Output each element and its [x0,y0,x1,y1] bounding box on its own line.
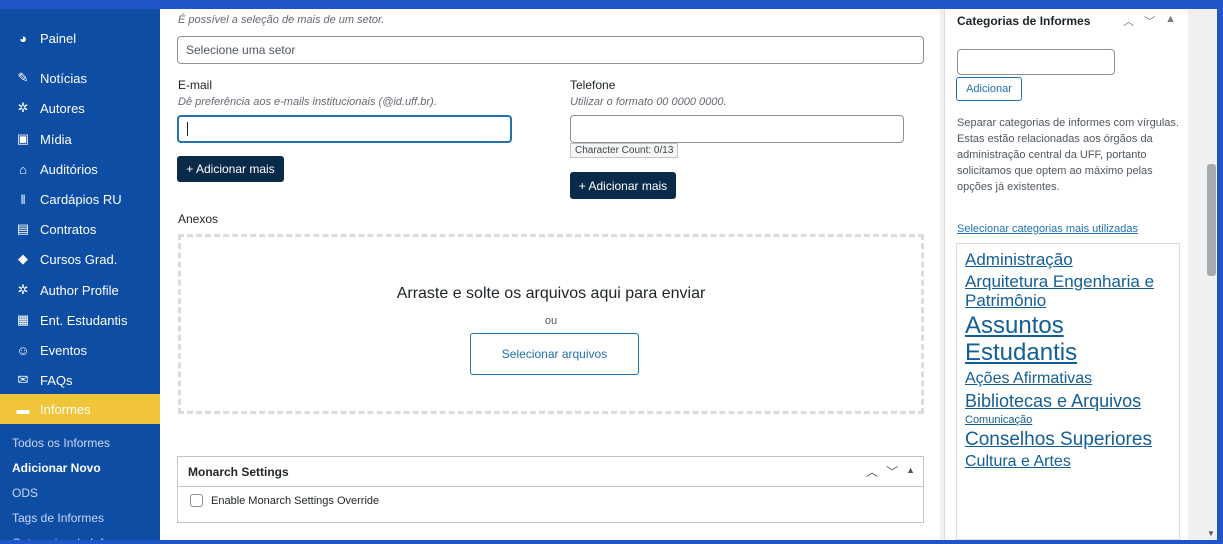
text-cursor [187,122,188,136]
food-icon: ǁ [20,191,26,207]
page-scrollbar[interactable]: ▼ [1205,9,1217,540]
monarch-override-label: Enable Monarch Settings Override [211,494,380,507]
tag-link[interactable]: Bibliotecas e Arquivos [965,391,1179,411]
sidebar-item-faqs[interactable]: ✉ FAQs [0,365,160,395]
monarch-settings-box: Monarch Settings ︿ ﹀ ▲ Enable Monarch Se… [177,456,924,523]
id-icon: ▦ [16,312,30,327]
category-tag-cloud: Administração Arquitetura Engenharia e P… [956,243,1180,540]
admin-sidebar: ◕ Painel ✎ Notícias ✲ Autores ▣ Mídia ⌂ Audit… [0,9,160,544]
sector-hint: É possível a seleção de mais de um setor… [178,14,385,26]
tag-link[interactable]: Comunicação [965,414,1179,426]
sidebar-item-painel[interactable]: ◕ Painel [0,23,160,53]
email-add-more-button[interactable]: + Adicionar mais [177,156,284,182]
building-icon: ⌂ [19,161,27,177]
submenu-ods[interactable]: ODS [0,486,38,500]
monarch-override-checkbox[interactable] [190,494,203,507]
drop-instructions: Arraste e solte os arquivos aqui para en… [396,285,706,302]
graduation-cap-icon: ◆ [18,251,28,266]
chevron-down-icon[interactable]: ﹀ [1144,13,1155,29]
tag-link[interactable]: Cultura e Artes [965,453,1179,471]
phone-field[interactable] [570,115,904,143]
most-used-categories-link[interactable]: Selecionar categorias mais utilizadas [957,223,1138,235]
categories-panel: Categorias de Informes ︿ ﹀ ▲ Adicionar S… [944,9,1188,540]
note-icon: ▬ [16,401,30,417]
email-field[interactable] [177,115,512,143]
window-top-border [0,0,1223,9]
tag-link[interactable]: Assuntos Estudantis [965,312,1179,367]
smiley-icon: ☺ [16,342,30,358]
tag-link[interactable]: Administração [965,250,1179,269]
attachments-label: Anexos [178,212,219,226]
submenu-tags-informes[interactable]: Tags de Informes [0,511,104,525]
chat-icon: ✉ [17,372,29,387]
monarch-settings-header[interactable]: Monarch Settings [178,457,923,487]
sidebar-item-author-profile[interactable]: ✲ Author Profile [0,275,160,305]
main-form-area: É possível a seleção de mais de um setor… [160,9,940,540]
email-hint: Dê preferência aos e-mails institucionai… [178,96,437,108]
document-icon: ▤ [16,221,30,236]
categories-title: Categorias de Informes [957,14,1091,28]
window-bottom-border [0,540,1223,544]
sidebar-item-informes[interactable]: ▬ Informes [0,394,160,424]
file-dropzone[interactable]: Arraste e solte os arquivos aqui para en… [178,234,924,414]
monarch-override-row[interactable]: Enable Monarch Settings Override [178,487,923,514]
sidebar-item-eventos[interactable]: ☺ Eventos [0,335,160,365]
groups-icon: ✲ [17,282,29,297]
chevron-down-icon[interactable]: ﹀ [886,463,898,480]
monarch-settings-title: Monarch Settings [188,464,289,479]
tag-link[interactable]: Ações Afirmativas [965,370,1179,388]
email-label: E-mail [178,78,213,92]
submenu-adicionar-novo[interactable]: Adicionar Novo [0,461,101,475]
phone-label: Telefone [570,78,616,92]
media-icon: ▣ [16,131,30,146]
sidebar-item-ent-estudantis[interactable]: ▦ Ent. Estudantis [0,305,160,335]
sector-select[interactable]: Selecione uma setor [177,36,924,64]
phone-hint: Utilizar o formato 00 0000 0000. [570,96,727,108]
char-count: Character Count: 0/13 [570,143,679,158]
window-right-border [1217,0,1223,544]
submenu-todos-informes[interactable]: Todos os Informes [0,436,110,450]
dashboard-icon: ◕ [19,30,27,46]
sidebar-item-noticias[interactable]: ✎ Notícias [0,63,160,93]
drop-or: ou [544,315,558,327]
add-category-button[interactable]: Adicionar [956,77,1022,101]
monarch-box-controls: ︿ ﹀ ▲ [866,463,915,480]
sidebar-item-cursos[interactable]: ◆ Cursos Grad. [0,244,160,274]
sidebar-item-midia[interactable]: ▣ Mídia [0,124,160,154]
phone-add-more-button[interactable]: + Adicionar mais [570,172,676,199]
scrollbar-thumb[interactable] [1207,164,1216,276]
chevron-up-icon[interactable]: ︿ [866,463,878,480]
scroll-down-arrow-icon[interactable]: ▼ [1207,529,1215,538]
sidebar-item-autores[interactable]: ✲ Autores [0,93,160,123]
categories-box-controls: ︿ ﹀ ▲ [1123,13,1176,29]
sidebar-item-cardapios[interactable]: ǁ Cardápios RU [0,184,160,214]
categories-note: Separar categorias de informes com vírgu… [957,117,1179,193]
new-category-input[interactable] [957,49,1115,75]
sidebar-item-contratos[interactable]: ▤ Contratos [0,214,160,244]
toggle-panel-icon[interactable]: ▲ [906,465,915,480]
tag-link[interactable]: Conselhos Superiores [965,429,1179,450]
sidebar-item-auditorios[interactable]: ⌂ Auditórios [0,154,160,184]
tag-link[interactable]: Arquitetura Engenharia e Patrimônio [965,272,1179,310]
pin-icon: ✎ [17,70,29,85]
chevron-up-icon[interactable]: ︿ [1123,13,1134,29]
select-files-button[interactable]: Selecionar arquivos [470,333,639,375]
toggle-panel-icon[interactable]: ▲ [1165,13,1176,29]
groups-icon: ✲ [17,100,29,115]
